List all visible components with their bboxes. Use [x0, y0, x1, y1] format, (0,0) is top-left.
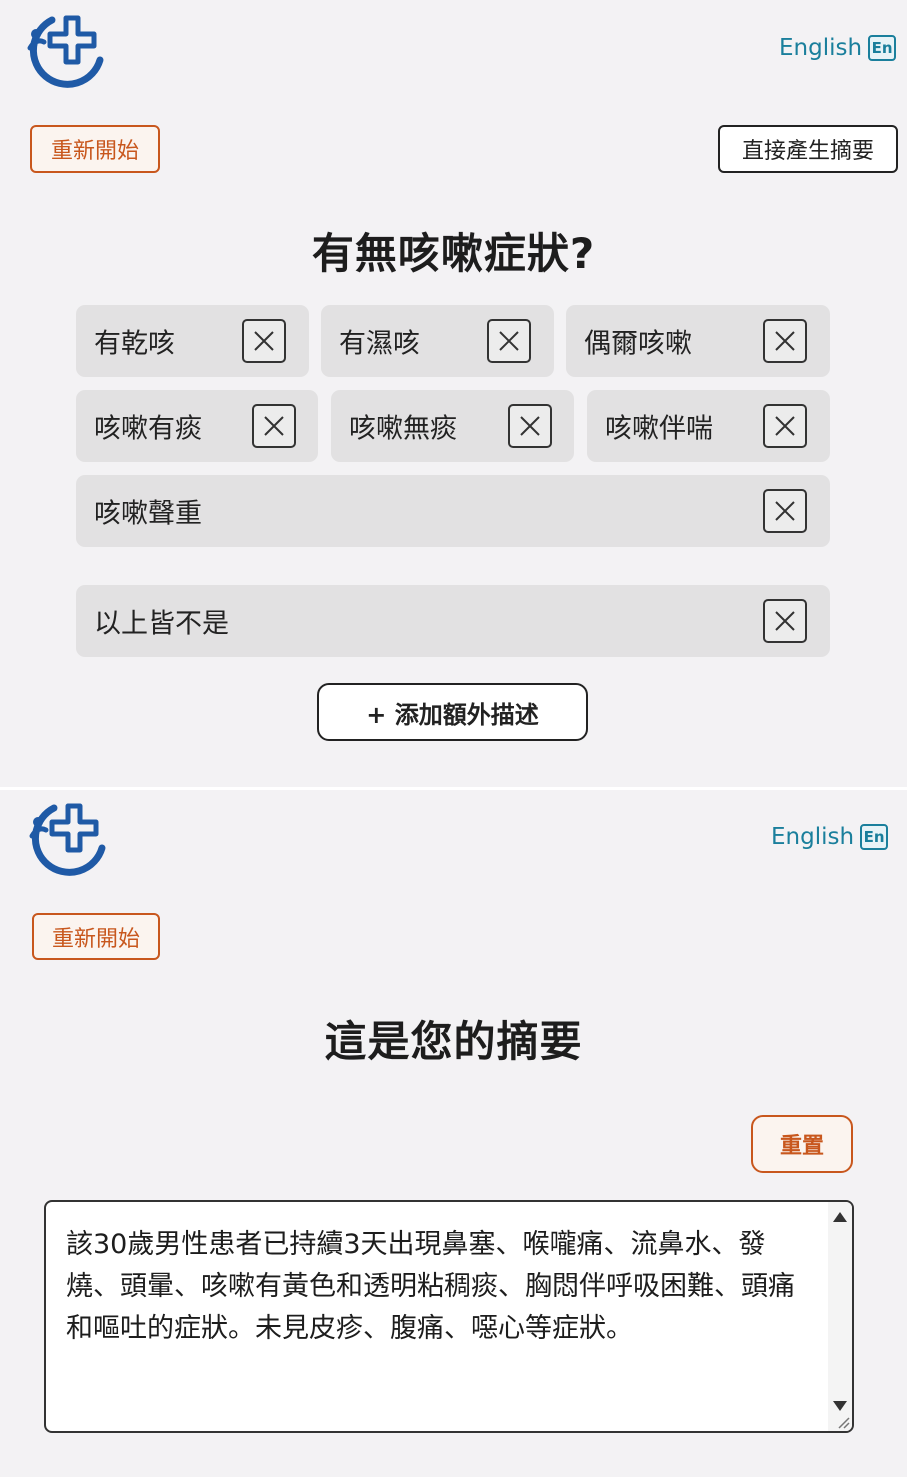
- scroll-up-icon[interactable]: [833, 1212, 847, 1222]
- close-icon[interactable]: [242, 319, 286, 363]
- option-label: 咳嗽伴喘: [605, 413, 713, 445]
- option-label: 偶爾咳嗽: [584, 328, 692, 360]
- language-switch[interactable]: English En: [771, 824, 889, 850]
- reset-button[interactable]: 重置: [751, 1115, 853, 1173]
- close-icon[interactable]: [252, 404, 296, 448]
- close-icon[interactable]: [763, 404, 807, 448]
- option-label: 以上皆不是: [94, 608, 229, 640]
- language-label: English: [779, 35, 863, 61]
- option-cough-without-phlegm[interactable]: 咳嗽無痰: [331, 390, 574, 462]
- generate-summary-button[interactable]: 直接產生摘要: [718, 125, 898, 173]
- language-label: English: [771, 824, 855, 850]
- en-badge-icon: En: [860, 824, 889, 850]
- close-icon[interactable]: [763, 489, 807, 533]
- option-cough-with-wheeze[interactable]: 咳嗽伴喘: [587, 390, 830, 462]
- add-description-button[interactable]: + 添加額外描述: [317, 683, 588, 741]
- scroll-down-icon[interactable]: [833, 1401, 847, 1411]
- option-dry-cough[interactable]: 有乾咳: [76, 305, 309, 377]
- medical-cross-logo-icon: [27, 15, 104, 88]
- option-none-of-above[interactable]: 以上皆不是: [76, 585, 830, 657]
- resize-grip-icon[interactable]: [836, 1415, 850, 1429]
- option-wet-cough[interactable]: 有濕咳: [321, 305, 554, 377]
- summary-text: 該30歲男性患者已持續3天出現鼻塞、喉嚨痛、流鼻水、發燒、頭暈、咳嗽有黃色和透明…: [66, 1229, 795, 1344]
- restart-button[interactable]: 重新開始: [32, 913, 160, 960]
- scrollbar[interactable]: [828, 1202, 852, 1431]
- question-screen: English En 重新開始 直接產生摘要 有無咳嗽症狀? 有乾咳 有濕咳 偶…: [0, 0, 907, 787]
- option-occasional-cough[interactable]: 偶爾咳嗽: [566, 305, 830, 377]
- en-badge-icon: En: [868, 35, 897, 61]
- restart-button[interactable]: 重新開始: [30, 125, 160, 173]
- option-label: 咳嗽有痰: [94, 413, 202, 445]
- option-label: 咳嗽無痰: [349, 413, 457, 445]
- summary-textarea[interactable]: 該30歲男性患者已持續3天出現鼻塞、喉嚨痛、流鼻水、發燒、頭暈、咳嗽有黃色和透明…: [44, 1200, 854, 1433]
- summary-title: 這是您的摘要: [324, 1017, 583, 1066]
- close-icon[interactable]: [763, 599, 807, 643]
- close-icon[interactable]: [763, 319, 807, 363]
- option-heavy-cough[interactable]: 咳嗽聲重: [76, 475, 830, 547]
- option-label: 咳嗽聲重: [94, 498, 202, 530]
- option-label: 有乾咳: [94, 328, 175, 360]
- medical-cross-logo-icon: [29, 803, 106, 876]
- question-title: 有無咳嗽症狀?: [311, 229, 596, 278]
- option-label: 有濕咳: [339, 328, 420, 360]
- close-icon[interactable]: [487, 319, 531, 363]
- language-switch[interactable]: English En: [779, 35, 897, 61]
- option-cough-with-phlegm[interactable]: 咳嗽有痰: [76, 390, 318, 462]
- close-icon[interactable]: [508, 404, 552, 448]
